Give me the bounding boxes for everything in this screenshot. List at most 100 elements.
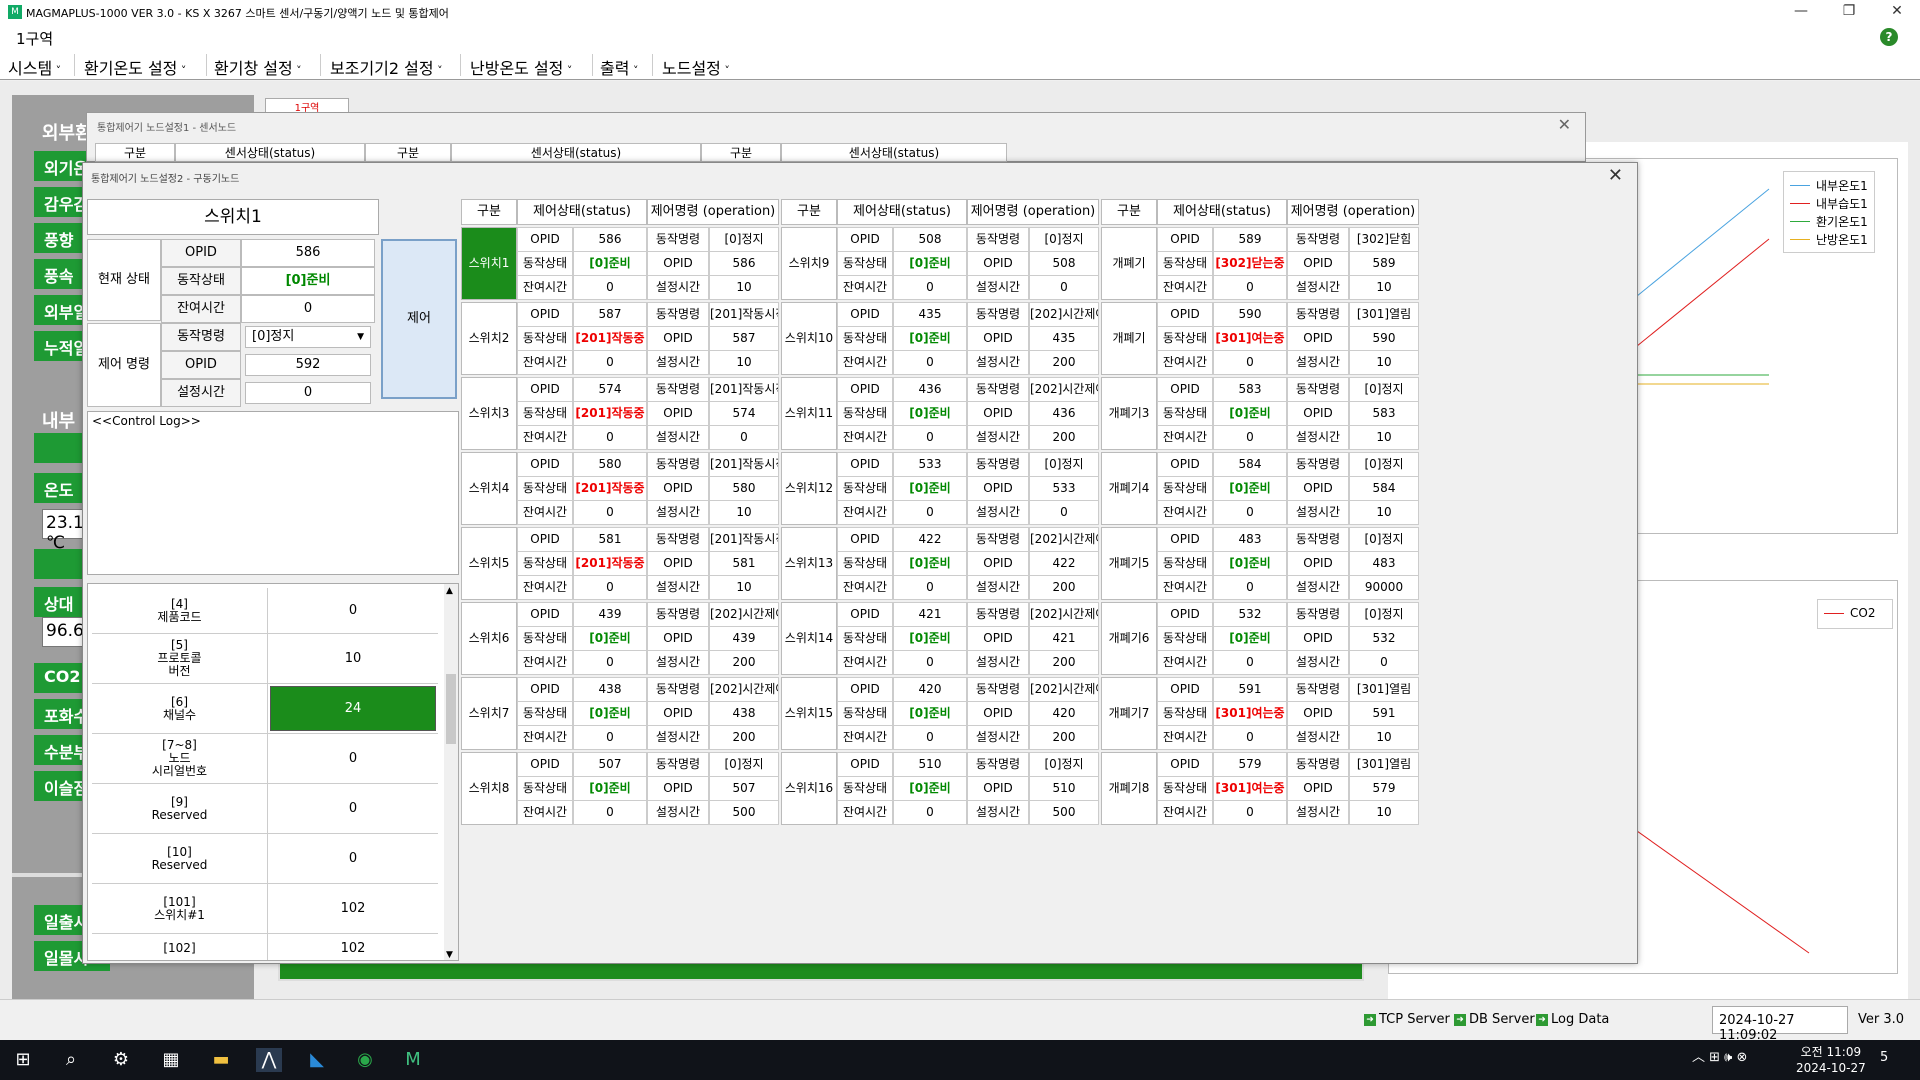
param-row[interactable]: [9] Reserved 0: [92, 784, 438, 834]
folder-icon[interactable]: ▬: [208, 1048, 234, 1072]
network-app-icon[interactable]: ▦: [158, 1048, 184, 1072]
state-label: 동작상태: [1157, 626, 1213, 651]
opid-label: OPID: [1157, 677, 1213, 702]
actuator-name[interactable]: 스위치13: [781, 527, 837, 600]
state-label: 동작상태: [1157, 401, 1213, 426]
actuator-name[interactable]: 스위치6: [461, 602, 517, 675]
state-value: [0]준비: [573, 701, 647, 726]
set-label: 설정시간: [967, 350, 1029, 375]
close-icon[interactable]: ✕: [1608, 165, 1623, 186]
actuator-name[interactable]: 개폐기8: [1101, 752, 1157, 825]
menu-vent-temp[interactable]: 환기온도 설정: [84, 55, 186, 79]
actuator-name[interactable]: 스위치2: [461, 302, 517, 375]
magma-app-icon[interactable]: ⋀: [256, 1048, 282, 1072]
control-button[interactable]: 제어: [381, 239, 457, 399]
cmd-opid-input[interactable]: 592: [245, 354, 371, 376]
actuator-name[interactable]: 스위치11: [781, 377, 837, 450]
actuator-name[interactable]: 스위치12: [781, 452, 837, 525]
external-section-label: 외부환: [42, 123, 92, 144]
param-value[interactable]: 24: [270, 686, 436, 731]
help-icon[interactable]: ?: [1880, 28, 1898, 46]
cmd-select[interactable]: [0]정지 ▼: [245, 326, 371, 348]
db-server-status[interactable]: ➜ DB Server: [1454, 1012, 1535, 1027]
maximize-icon[interactable]: ❐: [1834, 3, 1864, 19]
actuator-name[interactable]: 스위치14: [781, 602, 837, 675]
opid-value: 587: [573, 302, 647, 327]
minimize-icon[interactable]: —: [1786, 3, 1816, 19]
taskbar-clock[interactable]: 오전 11:09 2024-10-27: [1796, 1044, 1866, 1076]
system-tray[interactable]: ︿ ⊞ 🕪 ⊗: [1692, 1046, 1747, 1065]
actuator-name[interactable]: 스위치1: [461, 227, 517, 300]
actuator-name[interactable]: 스위치7: [461, 677, 517, 750]
param-value[interactable]: 10: [268, 634, 438, 683]
param-row[interactable]: [7~8] 노드 시리얼번호 0: [92, 734, 438, 784]
actuator-name[interactable]: 개폐기1_2: [1101, 302, 1157, 416]
actuator-name[interactable]: 스위치4: [461, 452, 517, 525]
actuator-name[interactable]: 개폐기3: [1101, 377, 1157, 450]
actuator-name[interactable]: 스위치15: [781, 677, 837, 750]
actuator-name[interactable]: 스위치16: [781, 752, 837, 825]
param-value[interactable]: 102: [268, 934, 438, 960]
notification-icon[interactable]: 5: [1880, 1050, 1888, 1065]
param-value[interactable]: 0: [268, 834, 438, 883]
menu-vent-window[interactable]: 환기창 설정: [214, 55, 302, 79]
actuator-name[interactable]: 개폐기1_1: [1101, 227, 1157, 341]
bird-app-icon[interactable]: ◣: [304, 1048, 330, 1072]
param-row[interactable]: [4] 제품코드 0: [92, 588, 438, 634]
remain-value: 0: [893, 275, 967, 300]
param-scrollbar[interactable]: ▲ ▼: [444, 584, 458, 960]
chevron-down-icon[interactable]: ▼: [446, 950, 453, 960]
tcp-server-status[interactable]: ➜ TCP Server: [1364, 1012, 1450, 1027]
legend-line-icon: [1790, 184, 1810, 186]
op-opid-label: OPID: [647, 626, 709, 651]
magmaplus-app-icon[interactable]: M: [400, 1048, 426, 1072]
actuator-name[interactable]: 스위치3: [461, 377, 517, 450]
actuator-node-window: 통합제어기 노드설정2 - 구동기노드 ✕ 스위치1 현재 상태 OPID 58…: [82, 162, 1638, 964]
remain-label: 잔여시간: [1157, 500, 1213, 525]
menu-heat-temp[interactable]: 난방온도 설정: [470, 55, 572, 79]
state-value: [201]작동중: [573, 401, 647, 426]
menu-output[interactable]: 출력: [600, 55, 638, 79]
param-value[interactable]: 102: [268, 884, 438, 933]
param-row[interactable]: [5] 프로토콜 버전 10: [92, 634, 438, 684]
close-icon[interactable]: ✕: [1558, 115, 1571, 134]
actuator-name[interactable]: 스위치9: [781, 227, 837, 300]
actuator-name[interactable]: 스위치10: [781, 302, 837, 375]
op-opid-value: 590: [1349, 326, 1419, 351]
close-icon[interactable]: ✕: [1882, 3, 1912, 19]
set-value: 10: [709, 350, 779, 375]
actuator-name[interactable]: 개폐기4: [1101, 452, 1157, 525]
leaf-app-icon[interactable]: ◉: [352, 1048, 378, 1072]
cmd-set-input[interactable]: 0: [245, 382, 371, 404]
actuator-name[interactable]: 개폐기7: [1101, 677, 1157, 750]
actuator-name[interactable]: 스위치5: [461, 527, 517, 600]
param-value[interactable]: 0: [268, 784, 438, 833]
menu-node-settings[interactable]: 노드설정: [662, 55, 730, 79]
set-value: 500: [1029, 800, 1099, 825]
param-row[interactable]: [101] 스위치#1 102: [92, 884, 438, 934]
scroll-thumb[interactable]: [446, 674, 456, 744]
control-log[interactable]: <<Control Log>>: [87, 411, 459, 575]
opid-value: 586: [573, 227, 647, 252]
chevron-up-icon[interactable]: ▲: [446, 586, 453, 596]
opid-label: OPID: [837, 452, 893, 477]
windows-start-icon[interactable]: ⊞: [10, 1048, 36, 1072]
menu-system[interactable]: 시스템: [8, 55, 61, 79]
state-label: 동작상태: [837, 551, 893, 576]
param-row[interactable]: [102] 102: [92, 934, 438, 960]
actuator-name[interactable]: 개폐기6: [1101, 602, 1157, 675]
log-data-status[interactable]: ➜ Log Data: [1536, 1012, 1609, 1027]
menu-aux2[interactable]: 보조기기2 설정: [330, 55, 443, 79]
param-value[interactable]: 0: [268, 588, 438, 633]
actuator-name[interactable]: 개폐기5: [1101, 527, 1157, 600]
search-icon[interactable]: ⌕: [58, 1048, 84, 1072]
settings-gear-icon[interactable]: ⚙: [108, 1048, 134, 1072]
legend-entry: 난방온도1: [1790, 230, 1868, 248]
param-value[interactable]: 0: [268, 734, 438, 783]
taskbar: ⊞ ⌕ ⚙ ▦ ▬ ⋀ ◣ ◉ M ︿ ⊞ 🕪 ⊗ 오전 11:09 2024-1…: [0, 1040, 1920, 1080]
param-row[interactable]: [10] Reserved 0: [92, 834, 438, 884]
param-row[interactable]: [6] 채널수 24: [92, 684, 438, 734]
op-opid-label: OPID: [1287, 626, 1349, 651]
opid-value: 435: [893, 302, 967, 327]
actuator-name[interactable]: 스위치8: [461, 752, 517, 825]
